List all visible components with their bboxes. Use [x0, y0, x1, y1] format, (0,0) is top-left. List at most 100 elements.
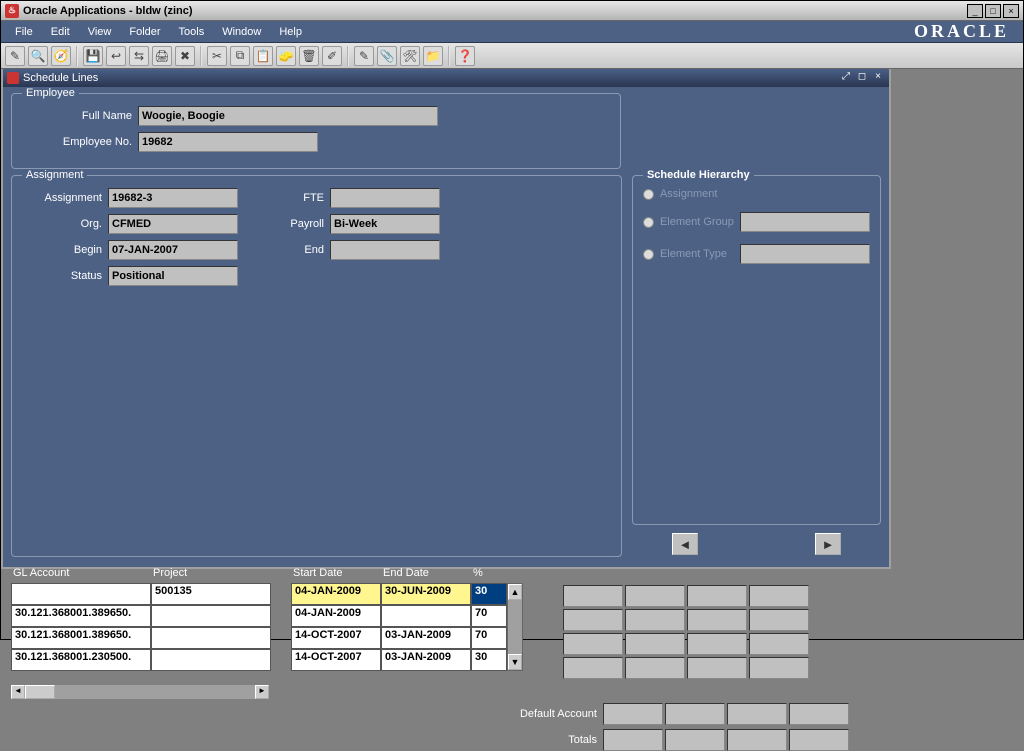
tool-print-icon[interactable]: 🖨	[152, 46, 172, 66]
end-field[interactable]	[330, 240, 440, 260]
menu-file[interactable]: File	[7, 24, 41, 40]
tool-switch-icon[interactable]: ⇆	[129, 46, 149, 66]
grid-vscrollbar[interactable]: ▲ ▼	[507, 583, 523, 671]
sub-restore-icon[interactable]: ◻	[855, 72, 869, 84]
tool-window-icon[interactable]: ❓	[455, 46, 475, 66]
hscroll-thumb[interactable]	[25, 685, 55, 699]
rg-cell[interactable]	[563, 657, 623, 679]
tool-save-icon[interactable]: 💾	[83, 46, 103, 66]
tool-cut-icon[interactable]: ✂	[207, 46, 227, 66]
tool-edit-icon[interactable]: ✐	[322, 46, 342, 66]
start-cell[interactable]: 14-OCT-2007	[291, 627, 381, 649]
tool-step-icon[interactable]: ↩	[106, 46, 126, 66]
tool-nav-icon[interactable]: 🧭	[51, 46, 71, 66]
tool-folder-icon[interactable]: 📁	[423, 46, 443, 66]
rg-cell[interactable]	[563, 609, 623, 631]
end-cell[interactable]: 03-JAN-2009	[381, 649, 471, 671]
gl-cell[interactable]: 30.121.368001.230500.	[11, 649, 151, 671]
default-cell[interactable]	[603, 703, 663, 725]
scroll-down-icon[interactable]: ▼	[508, 654, 522, 670]
end-cell[interactable]: 30-JUN-2009	[381, 583, 471, 605]
start-cell[interactable]: 14-OCT-2007	[291, 649, 381, 671]
elem-type-field[interactable]	[740, 244, 870, 264]
pct-cell[interactable]: 30	[471, 583, 507, 605]
project-cell[interactable]	[151, 627, 271, 649]
pct-cell[interactable]: 30	[471, 649, 507, 671]
project-cell[interactable]	[151, 605, 271, 627]
pct-cell[interactable]: 70	[471, 605, 507, 627]
menu-folder[interactable]: Folder	[121, 24, 168, 40]
default-cell[interactable]	[789, 703, 849, 725]
tool-translate-icon[interactable]: ✎	[354, 46, 374, 66]
tool-attach-icon[interactable]: 📎	[377, 46, 397, 66]
rg-cell[interactable]	[563, 633, 623, 655]
assignment-field[interactable]	[108, 188, 238, 208]
tool-clear-icon[interactable]: 🧽	[276, 46, 296, 66]
rg-cell[interactable]	[625, 633, 685, 655]
elem-group-field[interactable]	[740, 212, 870, 232]
scroll-right-icon[interactable]: ►	[255, 685, 269, 699]
scroll-track[interactable]	[508, 600, 522, 654]
radio-element-type[interactable]: Element Type	[643, 244, 870, 264]
gl-cell[interactable]	[11, 583, 151, 605]
totals-cell[interactable]	[603, 729, 663, 751]
next-button[interactable]: ►	[815, 533, 841, 555]
close-button[interactable]: ×	[1003, 4, 1019, 18]
full-name-field[interactable]	[138, 106, 438, 126]
rg-cell[interactable]	[687, 585, 747, 607]
sub-minimize-icon[interactable]: ⤢	[839, 72, 853, 84]
maximize-button[interactable]: □	[985, 4, 1001, 18]
totals-cell[interactable]	[665, 729, 725, 751]
scroll-left-icon[interactable]: ◄	[11, 685, 25, 699]
rg-cell[interactable]	[687, 609, 747, 631]
radio-assignment[interactable]: Assignment	[643, 188, 870, 200]
default-cell[interactable]	[665, 703, 725, 725]
org-field[interactable]	[108, 214, 238, 234]
menu-window[interactable]: Window	[214, 24, 269, 40]
tool-find-icon[interactable]: 🔍	[28, 46, 48, 66]
menu-view[interactable]: View	[80, 24, 120, 40]
rg-cell[interactable]	[563, 585, 623, 607]
radio-element-group[interactable]: Element Group	[643, 212, 870, 232]
rg-cell[interactable]	[625, 585, 685, 607]
totals-cell[interactable]	[727, 729, 787, 751]
prev-button[interactable]: ◄	[672, 533, 698, 555]
rg-cell[interactable]	[749, 585, 809, 607]
gl-cell[interactable]: 30.121.368001.389650.	[11, 605, 151, 627]
tool-paste-icon[interactable]: 📋	[253, 46, 273, 66]
tool-close-icon[interactable]: ✖	[175, 46, 195, 66]
tool-tools-icon[interactable]: 🛠	[400, 46, 420, 66]
fte-field[interactable]	[330, 188, 440, 208]
tool-copy-icon[interactable]: ⧉	[230, 46, 250, 66]
totals-cell[interactable]	[789, 729, 849, 751]
menu-tools[interactable]: Tools	[171, 24, 213, 40]
end-cell[interactable]: 03-JAN-2009	[381, 627, 471, 649]
status-field[interactable]	[108, 266, 238, 286]
rg-cell[interactable]	[687, 633, 747, 655]
rg-cell[interactable]	[749, 633, 809, 655]
project-cell[interactable]: 500135	[151, 583, 271, 605]
start-cell[interactable]: 04-JAN-2009	[291, 583, 381, 605]
payroll-field[interactable]	[330, 214, 440, 234]
project-cell[interactable]	[151, 649, 271, 671]
pct-cell[interactable]: 70	[471, 627, 507, 649]
default-cell[interactable]	[727, 703, 787, 725]
menu-edit[interactable]: Edit	[43, 24, 78, 40]
end-cell[interactable]	[381, 605, 471, 627]
scroll-up-icon[interactable]: ▲	[508, 584, 522, 600]
grid-hscrollbar[interactable]: ◄ ►	[11, 685, 269, 699]
start-cell[interactable]: 04-JAN-2009	[291, 605, 381, 627]
rg-cell[interactable]	[625, 609, 685, 631]
rg-cell[interactable]	[749, 657, 809, 679]
tool-new-icon[interactable]: ✎	[5, 46, 25, 66]
rg-cell[interactable]	[749, 609, 809, 631]
menu-help[interactable]: Help	[271, 24, 310, 40]
rg-cell[interactable]	[687, 657, 747, 679]
gl-cell[interactable]: 30.121.368001.389650.	[11, 627, 151, 649]
begin-field[interactable]	[108, 240, 238, 260]
minimize-button[interactable]: _	[967, 4, 983, 18]
hscroll-track[interactable]	[25, 685, 255, 699]
rg-cell[interactable]	[625, 657, 685, 679]
tool-delete-icon[interactable]: 🗑	[299, 46, 319, 66]
sub-close-icon[interactable]: ×	[871, 72, 885, 84]
